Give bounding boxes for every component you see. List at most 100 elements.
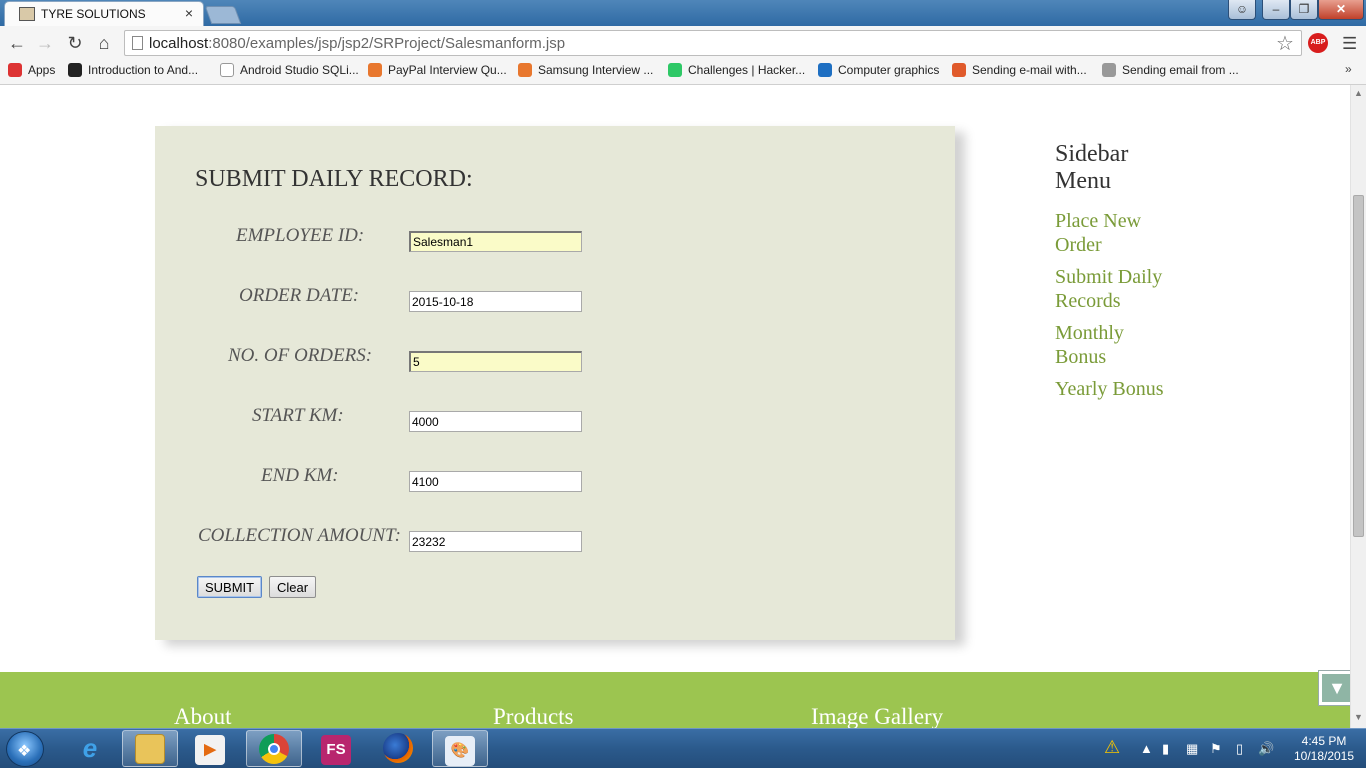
start-button[interactable]: ❖	[6, 731, 44, 767]
tab-title: TYRE SOLUTIONS	[41, 7, 146, 21]
clock-time: 4:45 PM	[1301, 734, 1347, 748]
chrome-menu-icon[interactable]: ☰	[1342, 34, 1357, 54]
hackerrank-icon	[668, 63, 682, 77]
bookmark-star-icon[interactable]: ☆	[1276, 31, 1294, 56]
sidebar-title: Sidebar Menu	[1055, 141, 1129, 194]
apps-grid-icon	[8, 63, 22, 77]
no-of-orders-input[interactable]	[409, 351, 582, 372]
page-icon	[220, 63, 234, 77]
bookmark-item[interactable]: Computer graphics	[818, 63, 939, 77]
more-bookmarks-icon[interactable]: »	[1345, 62, 1352, 76]
stack-icon	[368, 63, 382, 77]
windows-taskbar: ❖ e ▶ FS 🎨 ⚠ ▲ ▮ ▦ ⚑ ▯ 🔊 4:45 PM 10/18/2…	[0, 728, 1366, 768]
arrow-down-icon: ▼	[1322, 674, 1352, 702]
footer: About Products Image Gallery	[0, 672, 1350, 728]
footer-heading-about: About	[174, 704, 232, 728]
bookmark-item[interactable]: Android Studio SQLi...	[220, 63, 359, 77]
volume-icon[interactable]: 🔊	[1258, 741, 1274, 757]
github-icon	[68, 63, 82, 77]
browser-tab[interactable]: TYRE SOLUTIONS ×	[4, 1, 204, 26]
sidebar-link-monthly-bonus[interactable]: Monthly Bonus	[1055, 321, 1175, 369]
footer-heading-image-gallery: Image Gallery	[811, 704, 944, 728]
fs-app-icon[interactable]: FS	[308, 730, 364, 767]
battery-icon[interactable]: ▯	[1236, 741, 1243, 757]
bookmark-label: Android Studio SQLi...	[240, 63, 359, 77]
network-signal-icon[interactable]: ▮	[1162, 741, 1169, 757]
url-text[interactable]: localhost:8080/examples/jsp/jsp2/SRProje…	[149, 35, 565, 52]
stack-icon	[518, 63, 532, 77]
scroll-up-arrow-icon[interactable]: ▲	[1354, 88, 1363, 98]
bookmark-label: Computer graphics	[838, 63, 940, 77]
firefox-icon[interactable]	[370, 730, 426, 767]
new-tab-button[interactable]	[204, 6, 242, 24]
reload-icon[interactable]: ↻	[64, 32, 86, 54]
scroll-down-arrow-icon[interactable]: ▼	[1354, 712, 1363, 722]
form-title: SUBMIT DAILY RECORD:	[195, 166, 473, 192]
employee-id-input[interactable]	[409, 231, 582, 252]
bookmark-item[interactable]: Samsung Interview ...	[518, 63, 653, 77]
collection-amount-label: COLLECTION AMOUNT:	[198, 525, 401, 546]
browser-titlebar: TYRE SOLUTIONS × ☺ – ❐ ✕	[0, 0, 1366, 26]
address-bar[interactable]: localhost:8080/examples/jsp/jsp2/SRProje…	[124, 30, 1302, 56]
start-km-input[interactable]	[409, 411, 582, 432]
minimize-button[interactable]: –	[1262, 0, 1290, 20]
order-date-label: ORDER DATE:	[239, 285, 360, 306]
back-arrow-icon[interactable]: ←	[6, 32, 28, 54]
page-scrollbar[interactable]: ▲ ▼	[1350, 85, 1366, 728]
bookmark-label: Introduction to And...	[88, 63, 199, 77]
user-profile-button[interactable]: ☺	[1228, 0, 1256, 20]
bookmark-item[interactable]: Introduction to And...	[68, 63, 198, 77]
system-clock[interactable]: 4:45 PM 10/18/2015	[1284, 734, 1364, 764]
clock-date: 10/18/2015	[1293, 749, 1355, 763]
daily-record-form: SUBMIT DAILY RECORD: EMPLOYEE ID: ORDER …	[155, 126, 955, 640]
media-player-icon[interactable]: ▶	[182, 730, 238, 767]
warning-icon[interactable]: ⚠	[1104, 737, 1120, 758]
paint-icon[interactable]: 🎨	[432, 730, 488, 767]
start-km-label: START KM:	[252, 405, 344, 426]
chrome-icon[interactable]	[246, 730, 302, 767]
scrollbar-thumb[interactable]	[1353, 195, 1364, 537]
close-window-button[interactable]: ✕	[1318, 0, 1364, 20]
end-km-input[interactable]	[409, 471, 582, 492]
bookmarks-bar: Apps Introduction to And... Android Studio…	[0, 59, 1366, 85]
bookmark-label: PayPal Interview Qu...	[388, 63, 507, 77]
sidebar-link-submit-daily-records[interactable]: Submit Daily Records	[1055, 265, 1175, 313]
bookmark-label: Apps	[28, 63, 56, 77]
bookmark-item[interactable]: PayPal Interview Qu...	[368, 63, 507, 77]
tab-close-icon[interactable]: ×	[185, 5, 193, 21]
end-km-label: END KM:	[261, 465, 339, 486]
file-explorer-icon[interactable]	[122, 730, 178, 767]
windows-logo-icon: ❖	[17, 743, 32, 760]
j-icon	[952, 63, 966, 77]
forward-arrow-icon[interactable]: →	[34, 32, 56, 54]
tab-favicon-icon	[19, 7, 35, 21]
action-center-flag-icon[interactable]: ⚑	[1210, 741, 1222, 757]
adblock-icon[interactable]: ABP	[1308, 33, 1328, 53]
internet-explorer-icon[interactable]: e	[62, 730, 118, 767]
bookmark-label: Samsung Interview ...	[538, 63, 654, 77]
clear-button[interactable]: Clear	[269, 576, 317, 598]
windows-flag-icon[interactable]: ▦	[1186, 741, 1198, 757]
bookmark-icon	[818, 63, 832, 77]
no-of-orders-label: NO. OF ORDERS:	[228, 345, 373, 366]
show-hidden-icons-icon[interactable]: ▲	[1140, 741, 1153, 756]
bookmark-item[interactable]: Challenges | Hacker...	[668, 63, 805, 77]
bookmark-label: Sending email from ...	[1122, 63, 1239, 77]
order-date-input[interactable]	[409, 291, 582, 312]
page-icon	[132, 36, 143, 50]
footer-heading-products: Products	[493, 704, 574, 728]
bookmark-item[interactable]: Sending e-mail with...	[952, 63, 1087, 77]
sidebar-link-yearly-bonus[interactable]: Yearly Bonus	[1055, 377, 1175, 401]
employee-id-label: EMPLOYEE ID:	[236, 225, 365, 246]
sidebar-menu: Sidebar Menu Place New Order Submit Dail…	[1055, 141, 1175, 401]
maximize-button[interactable]: ❐	[1290, 0, 1318, 20]
home-icon[interactable]: ⌂	[93, 32, 115, 54]
bookmark-label: Sending e-mail with...	[972, 63, 1087, 77]
submit-button[interactable]: SUBMIT	[197, 576, 263, 598]
sidebar-link-place-new-order[interactable]: Place New Order	[1055, 209, 1175, 257]
bookmark-item[interactable]: Apps	[8, 63, 55, 77]
page-content: SUBMIT DAILY RECORD: EMPLOYEE ID: ORDER …	[0, 85, 1350, 728]
bookmark-item[interactable]: Sending email from ...	[1102, 63, 1239, 77]
collection-amount-input[interactable]	[409, 531, 582, 552]
share-icon	[1102, 63, 1116, 77]
